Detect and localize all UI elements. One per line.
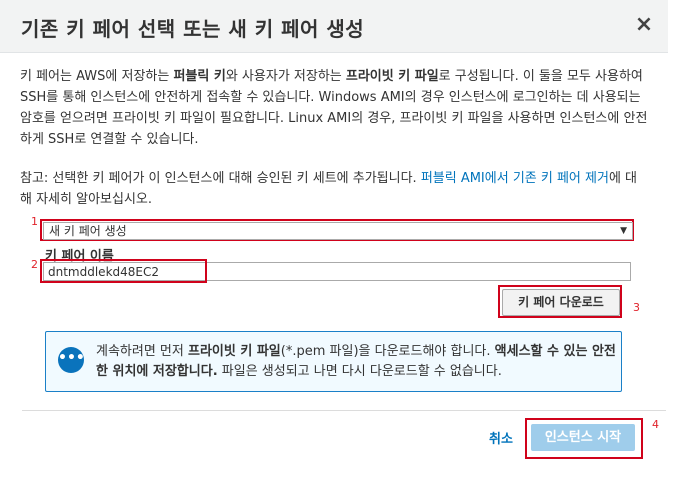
dropdown-arrow-icon: ▼ <box>620 226 627 236</box>
annotation-number-1: 1 <box>31 215 38 228</box>
annotation-number-2: 2 <box>31 258 38 271</box>
key-pair-select[interactable]: 새 키 페어 생성 ▼ <box>43 222 633 240</box>
dialog-title: 기존 키 페어 선택 또는 새 키 페어 생성 <box>21 17 365 41</box>
cancel-button[interactable]: 취소 <box>489 428 513 447</box>
chat-bubble-icon: ••• <box>58 347 85 373</box>
description-text: 키 페어는 AWS에 저장하는 퍼블릭 키와 사용자가 저장하는 프라이빗 키 … <box>20 69 648 147</box>
close-icon[interactable]: × <box>633 13 655 37</box>
info-alert: ••• 계속하려면 먼저 프라이빗 키 파일(*.pem 파일)을 다운로드해야… <box>45 331 622 392</box>
download-key-pair-button[interactable]: 키 페어 다운로드 <box>502 289 620 316</box>
remove-key-pair-link[interactable]: 퍼블릭 AMI에서 기존 키 페어 제거 <box>421 171 609 186</box>
key-pair-select-value: 새 키 페어 생성 <box>49 224 127 238</box>
annotation-number-3: 3 <box>633 301 640 314</box>
dialog-header: 기존 키 페어 선택 또는 새 키 페어 생성 × <box>0 0 668 53</box>
footer-divider <box>22 410 666 411</box>
info-alert-text: 계속하려면 먼저 프라이빗 키 파일(*.pem 파일)을 다운로드해야 합니다… <box>96 344 616 379</box>
annotation-box-2 <box>40 259 207 283</box>
annotation-number-4: 4 <box>652 418 659 431</box>
launch-instance-button[interactable]: 인스턴스 시작 <box>531 424 635 451</box>
note-text: 참고: 선택한 키 페어가 이 인스턴스에 대해 승인된 키 세트에 추가됩니다… <box>20 171 638 207</box>
